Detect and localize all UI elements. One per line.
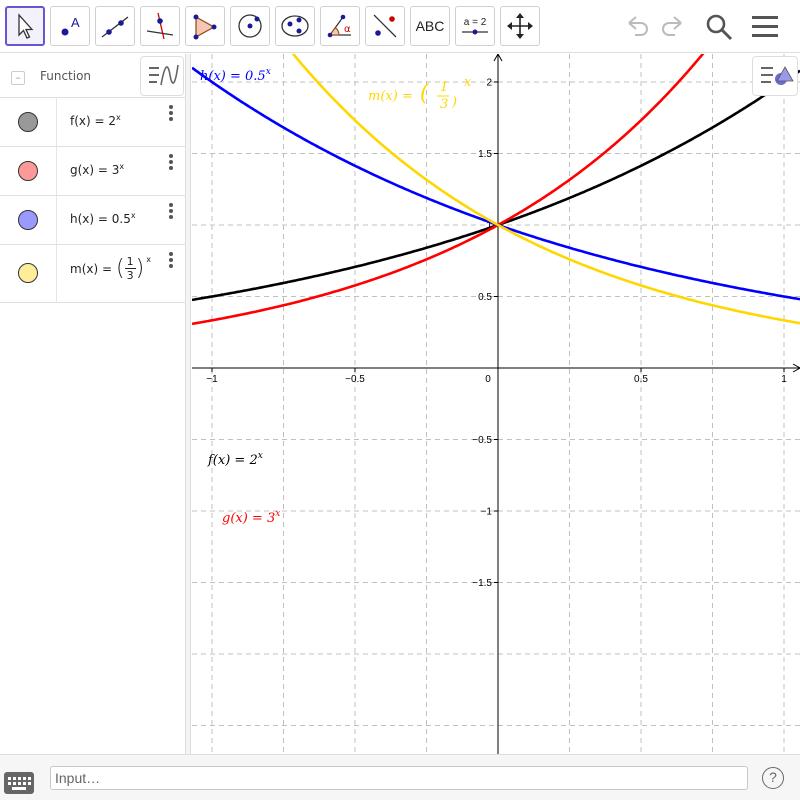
move-arrows-icon <box>507 13 533 39</box>
perpendicular-icon <box>146 12 174 40</box>
toolbar: A α ABC a = 2 <box>0 0 800 53</box>
item-menu-g[interactable] <box>166 153 176 171</box>
view-divider[interactable] <box>186 54 191 754</box>
svg-text:α: α <box>344 24 351 35</box>
y-tick-label: 2 <box>486 78 492 89</box>
algebra-expression-m[interactable]: m(x) = ( 1 3 ) x <box>70 255 151 282</box>
x-tick-label: 1 <box>781 374 787 385</box>
algebra-item-f[interactable]: f(x) = 2x <box>0 98 186 147</box>
point-icon: A <box>61 15 80 36</box>
y-tick-label: 0.5 <box>478 292 492 303</box>
grid-lines <box>192 54 800 754</box>
y-tick-label: −1.5 <box>472 578 492 589</box>
move-graphics-tool[interactable] <box>500 6 540 46</box>
graph-label-m-den: 3 <box>440 97 448 112</box>
graph-label-f: f(x) = 2x <box>207 451 263 468</box>
algebra-style-button[interactable] <box>140 56 184 96</box>
redo-icon <box>662 16 682 36</box>
angle-tool[interactable]: α <box>320 6 360 46</box>
svg-text:A: A <box>71 15 80 30</box>
item-menu-h[interactable] <box>166 202 176 220</box>
help-button[interactable]: ? <box>762 767 784 789</box>
algebra-item-m[interactable]: m(x) = ( 1 3 ) x <box>0 245 186 303</box>
graph-label-m-num: 1 <box>440 80 448 95</box>
y-tick-label: 1.5 <box>478 149 492 160</box>
input-field[interactable] <box>50 766 748 790</box>
input-bar: ? <box>0 754 800 800</box>
undo-button[interactable] <box>620 10 654 44</box>
angle-icon: α <box>327 14 351 38</box>
circle-icon <box>238 14 262 38</box>
graphics-style-button[interactable] <box>752 56 798 96</box>
algebra-expression-h[interactable]: h(x) = 0.5x <box>70 211 136 226</box>
move-tool[interactable] <box>5 6 45 46</box>
visibility-toggle-g[interactable] <box>18 161 38 181</box>
algebra-expression-f[interactable]: f(x) = 2x <box>70 113 121 128</box>
text-icon: ABC <box>415 18 445 34</box>
algebra-item-h[interactable]: h(x) = 0.5x <box>0 196 186 245</box>
item-menu-f[interactable] <box>166 104 176 122</box>
hamburger-menu-icon <box>752 16 778 37</box>
x-tick-label: −0.5 <box>345 374 365 385</box>
keyboard-button[interactable] <box>4 772 34 794</box>
slider-tool[interactable]: a = 2 <box>455 6 495 46</box>
visibility-toggle-f[interactable] <box>18 112 38 132</box>
graph-label-h: h(x) = 0.5x <box>200 67 271 84</box>
algebra-view: – Function f(x) = 2x g(x) = 3x h(x) = 0.… <box>0 54 186 754</box>
graph-label-m-paren: ) <box>451 95 457 110</box>
line-icon <box>101 16 129 38</box>
graph-label-g: g(x) = 3x <box>222 509 280 526</box>
ellipse-tool[interactable] <box>275 6 315 46</box>
undo-icon <box>628 16 648 36</box>
graphics-view[interactable]: −2−1.5−1−0.500.511.52−1.5−1−0.50.511.522… <box>192 54 800 754</box>
x-tick-label: −1 <box>206 374 218 385</box>
x-tick-label: 0.5 <box>634 374 648 385</box>
search-button[interactable] <box>702 10 736 44</box>
graphics-style-icon <box>761 66 794 85</box>
algebra-group-header: – Function <box>0 54 186 98</box>
slider-icon: a = 2 <box>460 17 490 36</box>
main-menu-button[interactable] <box>748 10 782 44</box>
row-separator <box>56 196 57 244</box>
point-tool[interactable]: A <box>50 6 90 46</box>
y-tick-label: −0.5 <box>472 435 492 446</box>
ellipse-icon <box>281 15 309 37</box>
collapse-group-button[interactable]: – <box>11 71 25 85</box>
arrow-cursor-icon <box>18 13 34 39</box>
circle-center-point-tool[interactable] <box>230 6 270 46</box>
graph-label-m: m(x) = ( <box>368 81 429 106</box>
algebra-style-icon <box>149 64 179 86</box>
row-separator <box>56 245 57 302</box>
x-tick-label: 0 <box>485 374 491 385</box>
y-tick-label: −1 <box>481 507 493 518</box>
reflect-tool[interactable] <box>365 6 405 46</box>
visibility-toggle-m[interactable] <box>18 263 38 283</box>
graph-label-m-exp: x <box>464 75 472 90</box>
search-icon <box>706 14 733 41</box>
text-tool[interactable]: ABC <box>410 6 450 46</box>
redo-button[interactable] <box>656 10 690 44</box>
keyboard-icon <box>8 777 31 790</box>
algebra-expression-g[interactable]: g(x) = 3x <box>70 162 124 177</box>
row-separator <box>56 147 57 195</box>
perpendicular-line-tool[interactable] <box>140 6 180 46</box>
polygon-tool[interactable] <box>185 6 225 46</box>
reflect-icon <box>373 14 397 38</box>
visibility-toggle-h[interactable] <box>18 210 38 230</box>
line-tool[interactable] <box>95 6 135 46</box>
graph-canvas[interactable]: −2−1.5−1−0.500.511.52−1.5−1−0.50.511.522… <box>192 54 800 754</box>
row-separator <box>56 98 57 146</box>
group-label: Function <box>40 69 92 83</box>
polygon-icon <box>193 14 217 40</box>
algebra-item-g[interactable]: g(x) = 3x <box>0 147 186 196</box>
item-menu-m[interactable] <box>166 251 176 269</box>
